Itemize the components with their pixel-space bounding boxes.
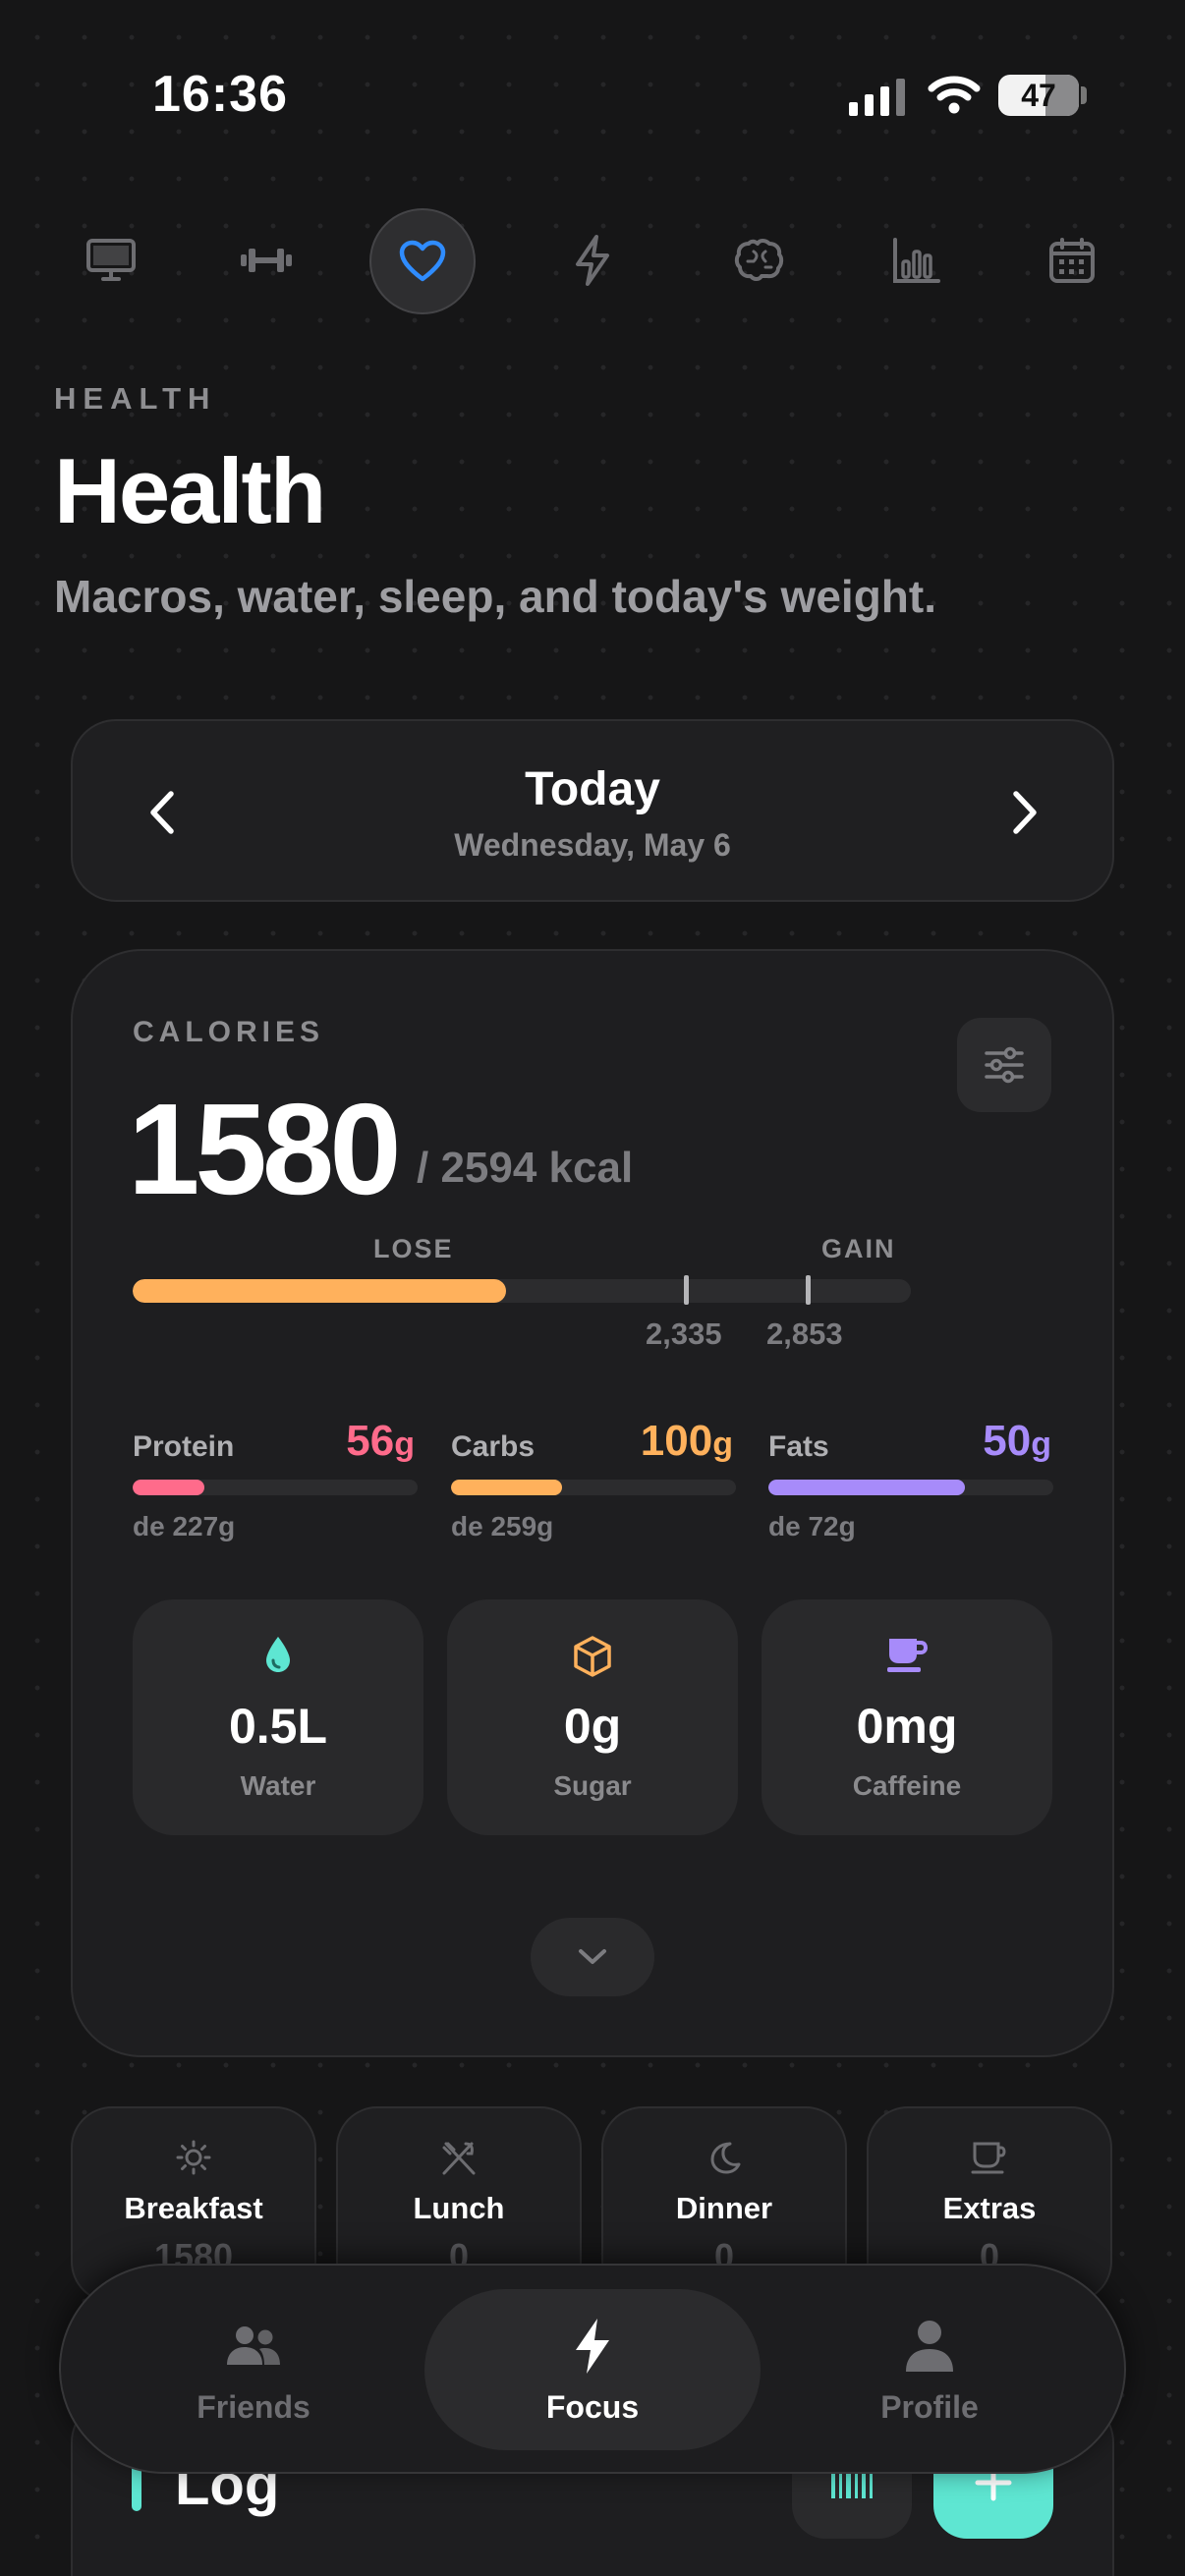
water-tile[interactable]: 0.5L Water — [133, 1599, 423, 1835]
fats-bar-fill — [768, 1480, 966, 1495]
status-time: 16:36 — [152, 66, 288, 123]
gain-label: GAIN — [821, 1234, 896, 1263]
battery-cap — [1081, 86, 1087, 104]
desktop-icon[interactable] — [79, 228, 143, 293]
fats-bar — [768, 1480, 1053, 1495]
page-subtitle: Macros, water, sleep, and today's weight… — [54, 571, 936, 622]
date-subtitle: Wednesday, May 6 — [454, 827, 731, 863]
tab-friends[interactable]: Friends — [126, 2315, 381, 2426]
section-eyebrow: HEALTH — [54, 381, 217, 416]
meal-name: Dinner — [675, 2191, 773, 2225]
tab-profile[interactable]: Profile — [802, 2315, 1057, 2426]
cup-icon — [869, 2140, 1110, 2175]
water-drop-icon — [133, 1635, 423, 1674]
fats-value: 50g — [983, 1417, 1051, 1465]
protein-bar-fill — [133, 1480, 204, 1495]
meal-name: Breakfast — [124, 2191, 263, 2225]
tab-label: Focus — [545, 2389, 640, 2425]
moon-icon — [603, 2140, 845, 2175]
brain-icon[interactable] — [727, 228, 792, 293]
calories-consumed: 1580 — [128, 1077, 402, 1221]
protein-label: Protein — [133, 1430, 235, 1463]
expand-button[interactable] — [531, 1918, 654, 1996]
cube-icon — [447, 1635, 738, 1678]
calorie-progress-bar — [133, 1279, 911, 1303]
date-title: Today — [525, 763, 660, 815]
carbs-value: 100g — [640, 1417, 733, 1465]
lose-marker — [684, 1275, 689, 1305]
bolt-icon — [465, 2315, 720, 2378]
protein-value: 56g — [346, 1417, 415, 1465]
tab-label: Friends — [197, 2389, 310, 2425]
sliders-icon — [985, 1046, 1024, 1084]
cellular-signal-icon — [849, 79, 905, 116]
calories-label: CALORIES — [133, 1016, 325, 1048]
sun-icon — [73, 2140, 314, 2175]
fats-label: Fats — [768, 1430, 829, 1463]
calories-goal: / 2594 kcal — [417, 1144, 634, 1192]
lose-marker-label: 2,335 — [646, 1316, 722, 1351]
caffeine-tile[interactable]: 0mg Caffeine — [762, 1599, 1052, 1835]
carbs-bar-fill — [451, 1480, 563, 1495]
sugar-label: Sugar — [553, 1770, 632, 1801]
protein-bar — [133, 1480, 418, 1495]
meal-name: Lunch — [413, 2191, 505, 2225]
calendar-icon[interactable] — [1040, 228, 1104, 293]
mug-icon — [762, 1635, 1052, 1674]
sugar-tile[interactable]: 0g Sugar — [447, 1599, 738, 1835]
water-label: Water — [240, 1770, 316, 1801]
gain-marker-label: 2,853 — [766, 1316, 843, 1351]
chevron-down-icon — [579, 1949, 606, 1964]
lose-label: LOSE — [373, 1234, 454, 1263]
bolt-icon[interactable] — [560, 228, 625, 293]
calorie-settings-button[interactable] — [957, 1018, 1051, 1112]
meal-name: Extras — [942, 2191, 1037, 2225]
friends-icon — [126, 2315, 381, 2378]
wifi-icon — [928, 75, 981, 119]
person-icon — [802, 2315, 1057, 2378]
tab-label: Profile — [880, 2389, 979, 2425]
sugar-value: 0g — [563, 1699, 622, 1754]
fats-target: de 72g — [768, 1511, 856, 1541]
bar-chart-icon[interactable] — [884, 228, 949, 293]
carbs-bar — [451, 1480, 736, 1495]
protein-target: de 227g — [133, 1511, 236, 1541]
gain-marker — [806, 1275, 811, 1305]
carbs-label: Carbs — [451, 1430, 536, 1463]
page-title: Health — [54, 439, 326, 542]
next-day-button[interactable] — [1004, 788, 1044, 842]
caffeine-value: 0mg — [856, 1699, 958, 1754]
dumbbell-icon[interactable] — [234, 228, 299, 293]
water-value: 0.5L — [228, 1699, 328, 1754]
battery-indicator: 47 — [998, 75, 1079, 116]
caffeine-label: Caffeine — [852, 1770, 962, 1801]
fork-knife-icon — [338, 2140, 580, 2177]
calorie-progress-fill — [133, 1279, 507, 1303]
heart-icon[interactable] — [369, 208, 476, 314]
tab-focus[interactable]: Focus — [465, 2315, 720, 2426]
carbs-target: de 259g — [451, 1511, 554, 1541]
